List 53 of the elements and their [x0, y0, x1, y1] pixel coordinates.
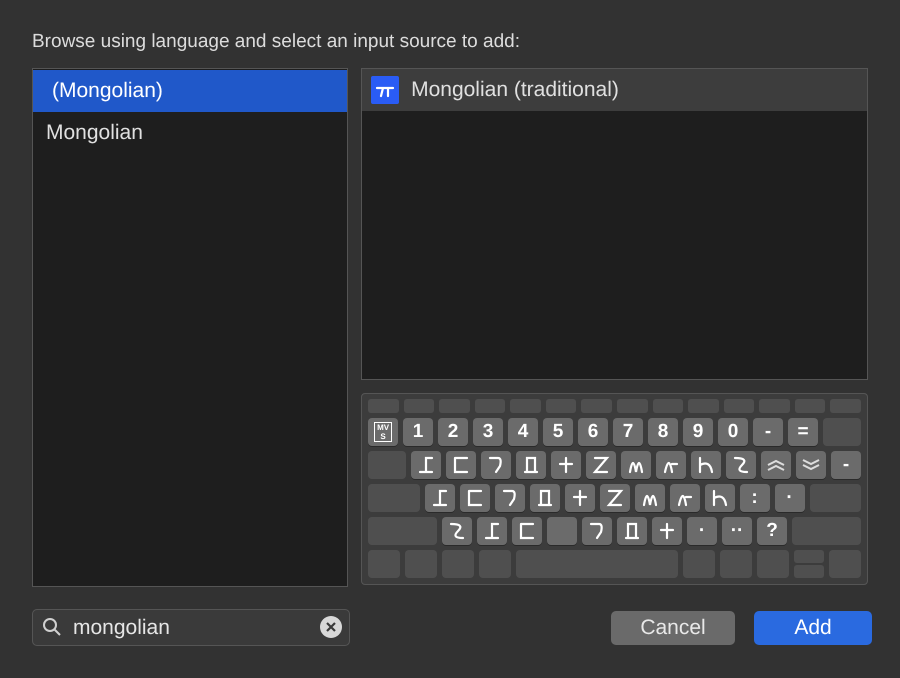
- keyboard-key: 3: [473, 418, 504, 446]
- script-glyph-icon: [699, 457, 713, 473]
- script-glyph-icon: [520, 523, 534, 539]
- script-glyph-icon: [502, 490, 517, 506]
- instruction-text: Browse using language and select an input source to add:: [32, 30, 521, 54]
- language-item[interactable]: Mongolian: [33, 112, 348, 154]
- keyboard-key: 1: [403, 418, 434, 446]
- script-glyph-icon: [524, 457, 538, 473]
- keyboard-key: 5: [543, 418, 574, 446]
- script-glyph-icon: [468, 490, 482, 506]
- keyboard-key: [547, 517, 578, 545]
- keyboard-key: 7: [613, 418, 644, 446]
- search-field[interactable]: mongolian: [32, 609, 350, 646]
- script-glyph-icon: [608, 490, 622, 506]
- double-chevron-icon: [766, 459, 786, 471]
- keyboard-key: 9: [683, 418, 714, 446]
- script-glyph-icon: [432, 490, 447, 506]
- keyboard-key: 6: [578, 418, 608, 446]
- keyboard-key: -: [753, 418, 784, 446]
- script-glyph-icon: [660, 523, 674, 539]
- keyboard-key: ·: [687, 517, 718, 545]
- double-chevron-icon: [801, 459, 821, 471]
- keyboard-key: 0: [718, 418, 748, 446]
- keyboard-key: -: [831, 451, 861, 479]
- input-source-item[interactable]: Mongolian (traditional): [362, 69, 867, 111]
- script-glyph-icon: [734, 457, 748, 473]
- keyboard-key: ·: [774, 484, 805, 512]
- script-glyph-icon: [559, 457, 573, 473]
- script-glyph-icon: [625, 523, 640, 539]
- keyboard-key: :: [740, 484, 770, 512]
- script-glyph-icon: [485, 523, 500, 539]
- keyboard-key: MVS: [368, 418, 398, 446]
- language-item[interactable]: (Mongolian): [33, 70, 348, 112]
- clear-icon[interactable]: [320, 616, 342, 638]
- script-glyph-icon: [712, 490, 727, 506]
- keyboard-key: ··: [722, 517, 752, 545]
- script-glyph-icon: [450, 523, 464, 539]
- search-icon: [42, 617, 62, 637]
- keyboard-key: 2: [438, 418, 468, 446]
- script-glyph-icon: [419, 457, 433, 473]
- script-glyph-icon: [594, 457, 608, 473]
- add-button[interactable]: Add: [754, 610, 872, 644]
- script-glyph-icon: [572, 490, 587, 506]
- script-glyph-icon: [454, 457, 468, 473]
- script-glyph-icon: [371, 76, 400, 104]
- script-glyph-icon: [538, 490, 552, 506]
- keyboard-key: ?: [757, 517, 788, 545]
- script-glyph-icon: [489, 457, 503, 473]
- keyboard-key: =: [788, 418, 818, 446]
- cancel-button[interactable]: Cancel: [611, 610, 735, 644]
- keyboard-key: 8: [648, 418, 678, 446]
- keyboard-key: 4: [508, 418, 538, 446]
- script-glyph-icon: [590, 523, 604, 539]
